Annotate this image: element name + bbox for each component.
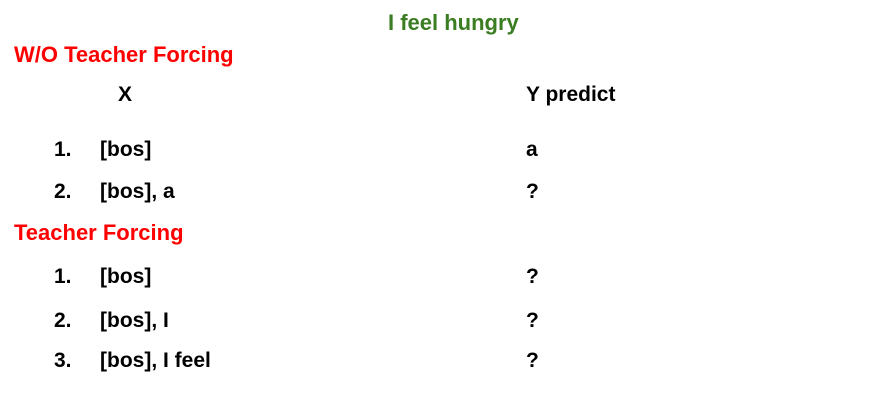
row-prediction-y: a <box>526 138 538 161</box>
row-number: 1. <box>54 138 72 161</box>
slide-title: I feel hungry <box>388 10 519 35</box>
row-input-x: [bos] <box>100 138 152 161</box>
row-number: 2. <box>54 180 72 203</box>
row-prediction-y: ? <box>526 265 539 288</box>
row-input-x: [bos], a <box>100 180 175 203</box>
row-prediction-y: ? <box>526 309 539 332</box>
row-input-x: [bos] <box>100 265 152 288</box>
section-label-teacher-forcing: Teacher Forcing <box>14 220 184 245</box>
row-number: 3. <box>54 349 72 372</box>
column-header-y-predict: Y predict <box>526 83 616 106</box>
row-input-x: [bos], I <box>100 309 169 332</box>
row-prediction-y: ? <box>526 349 539 372</box>
section-label-without-teacher-forcing: W/O Teacher Forcing <box>14 42 234 67</box>
row-prediction-y: ? <box>526 180 539 203</box>
row-number: 1. <box>54 265 72 288</box>
column-header-x: X <box>118 83 133 106</box>
row-number: 2. <box>54 309 72 332</box>
row-input-x: [bos], I feel <box>100 349 211 372</box>
